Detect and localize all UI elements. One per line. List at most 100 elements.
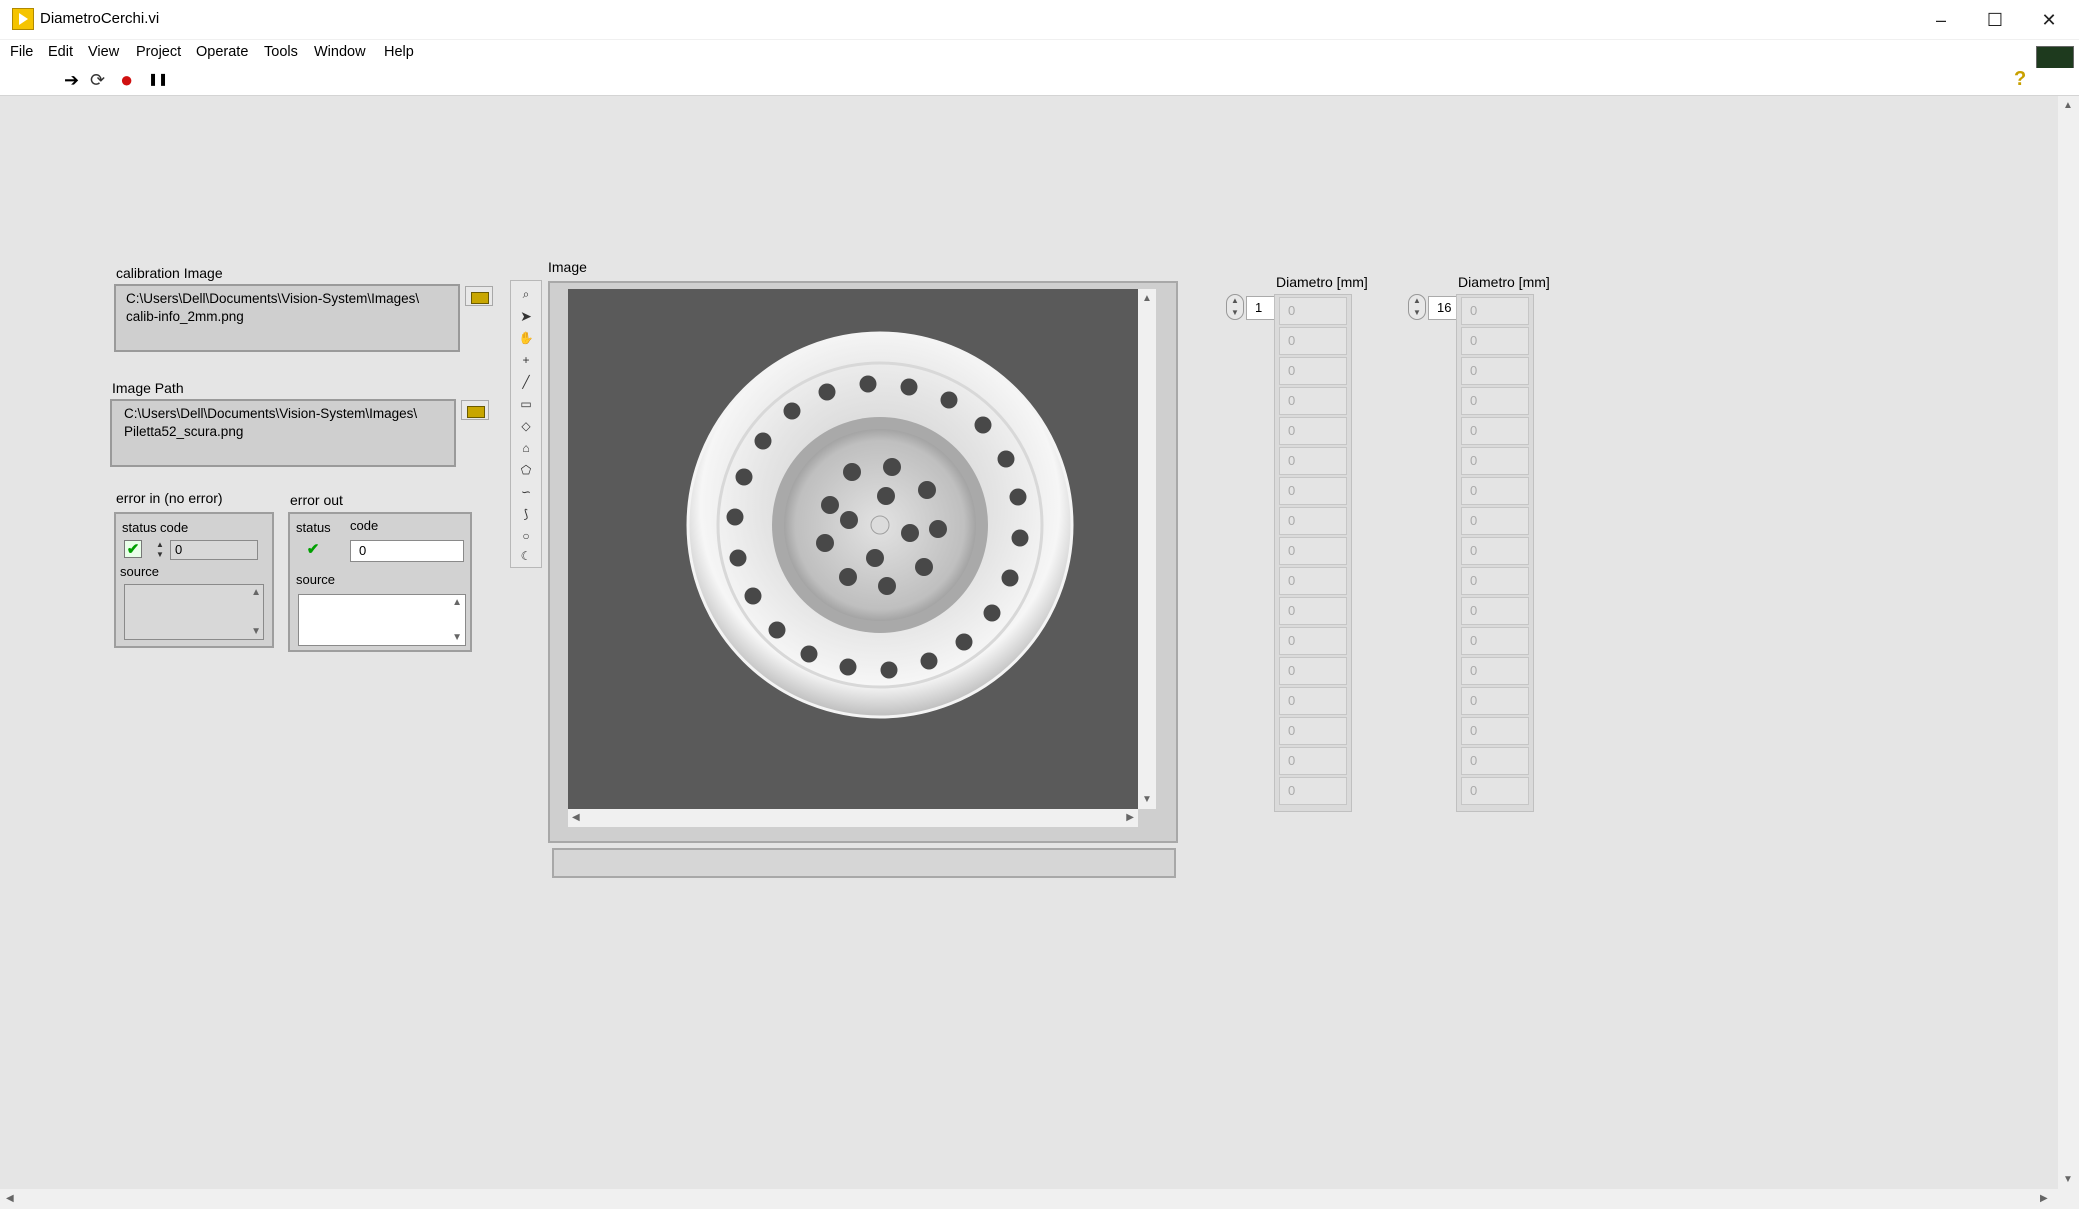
polygon-icon[interactable]: ⬠ [515,460,537,480]
menu-help[interactable]: Help [384,44,414,60]
array-element: 0 [1461,687,1529,715]
menu-bar [0,40,2079,68]
diametro-array-1: 0 0 0 0 0 0 0 0 0 0 0 0 0 0 0 0 0 [1274,294,1352,812]
array-element: 0 [1279,387,1347,415]
scroll-up-icon[interactable]: ▲ [452,597,462,608]
menu-operate[interactable]: Operate [196,44,248,60]
array-element: 0 [1279,327,1347,355]
error-in-status-label: status [122,520,157,535]
image-horizontal-scrollbar[interactable]: ◀ ▶ [568,809,1138,827]
array-element: 0 [1279,747,1347,775]
menu-edit[interactable]: Edit [48,44,73,60]
title-bar [0,0,2079,40]
rotated-rect-icon[interactable]: ◇ [515,416,537,436]
scroll-down-icon[interactable]: ▼ [2063,1174,2073,1185]
pan-icon[interactable]: ✋ [515,328,537,348]
array-element: 0 [1279,447,1347,475]
array-element: 0 [1279,507,1347,535]
abort-icon[interactable]: ● [120,67,133,93]
array-element: 0 [1279,777,1347,805]
broken-line-icon[interactable]: ⟆ [515,504,537,524]
array-element: 0 [1461,777,1529,805]
image-display-canvas[interactable] [568,289,1138,809]
error-in-cluster: status code ✔ ▲ ▼ 0 source ▲ ▼ [114,512,274,648]
window-vertical-scrollbar[interactable]: ▲ ▼ [2058,96,2079,1189]
window-horizontal-scrollbar[interactable]: ◀ ▶ [0,1189,2079,1209]
image-path-line1: C:\Users\Dell\Documents\Vision-System\Im… [124,406,418,421]
error-out-source-label: source [296,572,336,587]
line-icon[interactable]: ╱ [515,372,537,392]
array-2-index-spinner[interactable]: ▲ ▼ [1408,294,1426,320]
scroll-down-icon[interactable]: ▼ [1142,794,1152,805]
scroll-down-icon[interactable]: ▼ [452,632,462,643]
array-element: 0 [1461,477,1529,505]
array-element: 0 [1279,687,1347,715]
menu-view[interactable]: View [88,44,119,60]
calibration-image-path-control[interactable]: C:\Users\Dell\Documents\Vision-System\Im… [114,284,460,352]
point-icon[interactable]: + [515,350,537,370]
array-element: 0 [1461,537,1529,565]
error-in-source-field[interactable]: ▲ ▼ [124,584,264,640]
oval-icon[interactable]: ○ [515,526,537,546]
error-in-label: error in (no error) [116,490,223,506]
calibration-browse-folder-icon[interactable] [465,286,493,306]
scroll-down-icon[interactable]: ▼ [251,626,261,637]
image-vertical-scrollbar[interactable]: ▲ ▼ [1138,289,1156,809]
array-element: 0 [1461,717,1529,745]
image-path-label: Image Path [112,380,184,396]
array-element: 0 [1461,327,1529,355]
scroll-left-icon[interactable]: ◀ [6,1193,14,1204]
scroll-right-icon[interactable]: ▶ [1126,812,1134,823]
menu-window[interactable]: Window [314,44,366,60]
toolbar [0,68,2079,96]
run-icon[interactable]: ➔ [64,70,79,91]
close-button[interactable]: ✕ [2022,0,2076,40]
diametro-array-2-label: Diametro [mm] [1458,274,1550,290]
error-out-code-label: code [350,518,379,533]
zoom-icon[interactable]: ⌕ [515,284,537,304]
pause-icon[interactable]: ❚❚ [148,72,168,86]
image-path-browse-folder-icon[interactable] [461,400,489,420]
error-in-code-field[interactable]: 0 [170,540,258,560]
freehand-icon[interactable]: ∽ [515,482,537,502]
array-element: 0 [1279,417,1347,445]
array-element: 0 [1461,447,1529,475]
scroll-right-icon[interactable]: ▶ [2040,1193,2048,1204]
pointer-icon[interactable]: ➤ [515,306,537,326]
error-out-status-indicator: ✔ [304,541,322,559]
menu-file[interactable]: File [10,44,33,60]
diametro-array-1-label: Diametro [mm] [1276,274,1368,290]
error-in-code-spinner[interactable]: ▲ ▼ [156,540,168,560]
array-1-index-spinner[interactable]: ▲ ▼ [1226,294,1244,320]
minimize-button[interactable]: – [1914,0,1968,40]
array-element: 0 [1279,567,1347,595]
labview-vi-icon [12,8,34,30]
array-element: 0 [1279,597,1347,625]
drain-image [686,331,1074,719]
run-continuously-icon[interactable]: ⟳ [90,70,105,91]
array-element: 0 [1461,657,1529,685]
diametro-array-2: 0 0 0 0 0 0 0 0 0 0 0 0 0 0 0 0 0 [1456,294,1534,812]
scroll-up-icon[interactable]: ▲ [1142,293,1152,304]
array-element: 0 [1279,477,1347,505]
menu-tools[interactable]: Tools [264,44,298,60]
calibration-path-line2: calib-info_2mm.png [126,309,244,324]
array-element: 0 [1461,387,1529,415]
context-help-icon[interactable]: ? [2014,68,2026,91]
scroll-up-icon[interactable]: ▲ [2063,100,2073,111]
array-element: 0 [1279,657,1347,685]
array-element: 0 [1279,297,1347,325]
rectangle-icon[interactable]: ▭ [515,394,537,414]
menu-project[interactable]: Project [136,44,181,60]
scroll-left-icon[interactable]: ◀ [572,812,580,823]
annulus-icon[interactable]: ⌂ [515,438,537,458]
array-element: 0 [1461,357,1529,385]
error-in-status-checkbox[interactable]: ✔ [124,540,142,558]
freehand-line-icon[interactable]: ☾ [515,546,537,566]
image-path-control[interactable]: C:\Users\Dell\Documents\Vision-System\Im… [110,399,456,467]
error-out-status-label: status [296,520,331,535]
array-element: 0 [1279,717,1347,745]
array-element: 0 [1461,597,1529,625]
maximize-button[interactable]: ☐ [1968,0,2022,40]
scroll-up-icon[interactable]: ▲ [251,587,261,598]
